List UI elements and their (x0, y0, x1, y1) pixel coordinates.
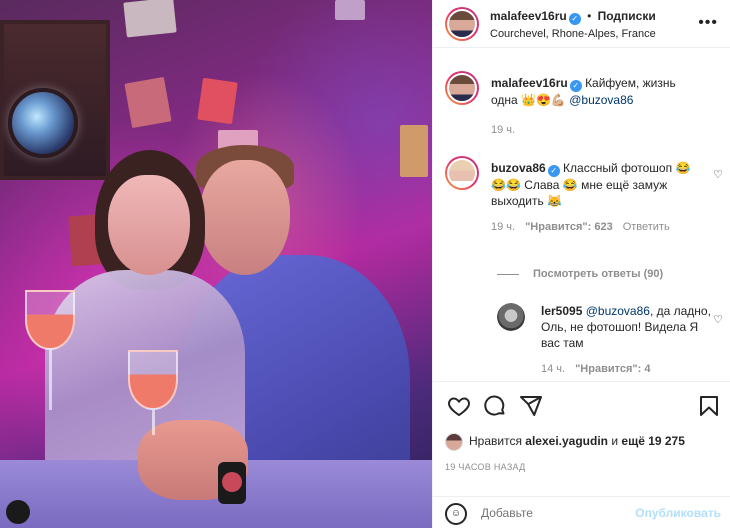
bookmark-icon[interactable] (697, 394, 721, 418)
wall-sticker (124, 76, 172, 129)
heart-icon[interactable] (447, 394, 471, 418)
comment-username[interactable]: buzova86 (491, 161, 546, 175)
round-mirror (8, 88, 78, 158)
likes-prefix: Нравится (469, 434, 522, 449)
separator-dot: • (587, 9, 592, 23)
caption-username[interactable]: malafeev16ru (491, 76, 568, 90)
comment-like-icon[interactable]: ♡ (713, 168, 723, 181)
comments-list[interactable]: malafeev16ru ✓ Кайфуем, жизнь одна 👑😍💪🏼 @… (433, 49, 730, 381)
wristwatch (218, 462, 246, 504)
comment-input[interactable] (481, 506, 621, 520)
verified-icon: ✓ (569, 80, 582, 92)
post-timestamp[interactable]: 19 ЧАСОВ НАЗАД (445, 462, 526, 472)
caption-mention[interactable]: @buzova86 (569, 93, 633, 107)
comment-icon[interactable] (483, 394, 507, 418)
likes-summary[interactable]: Нравится alexei.yagudin и ещё 19 275 (445, 433, 685, 451)
wall-sticker (123, 0, 177, 38)
wine-glass (25, 290, 75, 350)
verified-icon: ✓ (568, 13, 581, 25)
glass-stem (152, 410, 155, 435)
emoji-icon[interactable]: ☺ (445, 503, 467, 525)
author-username[interactable]: malafeev16ru (490, 9, 567, 23)
reply-text-line: ler5095 @buzova86, да ладно, Оль, не фот… (541, 303, 711, 351)
caption-time[interactable]: 19 ч. (491, 124, 515, 136)
add-comment-bar: ☺ Опубликовать (433, 496, 730, 528)
reply-avatar[interactable] (497, 303, 525, 331)
author-avatar[interactable] (445, 7, 479, 41)
reply-time[interactable]: 14 ч. (541, 363, 565, 375)
comment-text-line: buzova86 ✓ Классный фотошоп 😂😂😂 Слава 😂 м… (491, 160, 701, 209)
verified-icon: ✓ (547, 165, 560, 177)
post-location[interactable]: Courchevel, Rhone-Alpes, France (490, 28, 656, 40)
likes-and: и (611, 434, 619, 449)
more-options-icon[interactable]: ••• (698, 14, 718, 32)
comment-time[interactable]: 19 ч. (491, 221, 515, 233)
caption-avatar[interactable] (445, 71, 479, 105)
reply-username[interactable]: ler5095 (541, 304, 582, 318)
man-face (200, 160, 290, 275)
post-sidebar: malafeev16ru ✓ • Подписки Courchevel, Rho… (432, 0, 730, 528)
wall-sticker (197, 77, 238, 125)
view-replies-button[interactable]: Посмотреть ответы (90) (497, 268, 663, 280)
liker-avatar[interactable] (445, 433, 463, 451)
reply-meta: 14 ч. "Нравится": 4 (541, 363, 650, 375)
reply-like-icon[interactable]: ♡ (713, 313, 723, 326)
wall-sticker (335, 0, 365, 20)
comment-meta: 19 ч. "Нравится": 623 Ответить (491, 221, 670, 233)
following-button[interactable]: Подписки (598, 9, 656, 23)
wine-glass (128, 350, 178, 410)
action-bar (433, 381, 730, 433)
likes-count[interactable]: ещё 19 275 (621, 434, 685, 448)
caption-text-line: malafeev16ru ✓ Кайфуем, жизнь одна 👑😍💪🏼 @… (491, 75, 701, 108)
wall-sticker (400, 125, 428, 177)
liker-username[interactable]: alexei.yagudin (525, 434, 608, 448)
comment-avatar[interactable] (445, 156, 479, 190)
publish-button[interactable]: Опубликовать (635, 506, 721, 520)
post-photo[interactable] (0, 0, 432, 528)
comment-likes[interactable]: "Нравится": 623 (525, 221, 613, 233)
reply-mention[interactable]: @buzova86 (586, 304, 650, 318)
post-header: malafeev16ru ✓ • Подписки Courchevel, Rho… (433, 0, 730, 48)
reply-likes[interactable]: "Нравится": 4 (575, 363, 650, 375)
glass-stem (49, 350, 52, 410)
header-top-line: malafeev16ru ✓ • Подписки (490, 9, 656, 25)
woman-face (108, 175, 190, 275)
share-icon[interactable] (519, 394, 543, 418)
reply-button[interactable]: Ответить (623, 221, 670, 233)
tagged-users-icon[interactable] (6, 500, 30, 524)
